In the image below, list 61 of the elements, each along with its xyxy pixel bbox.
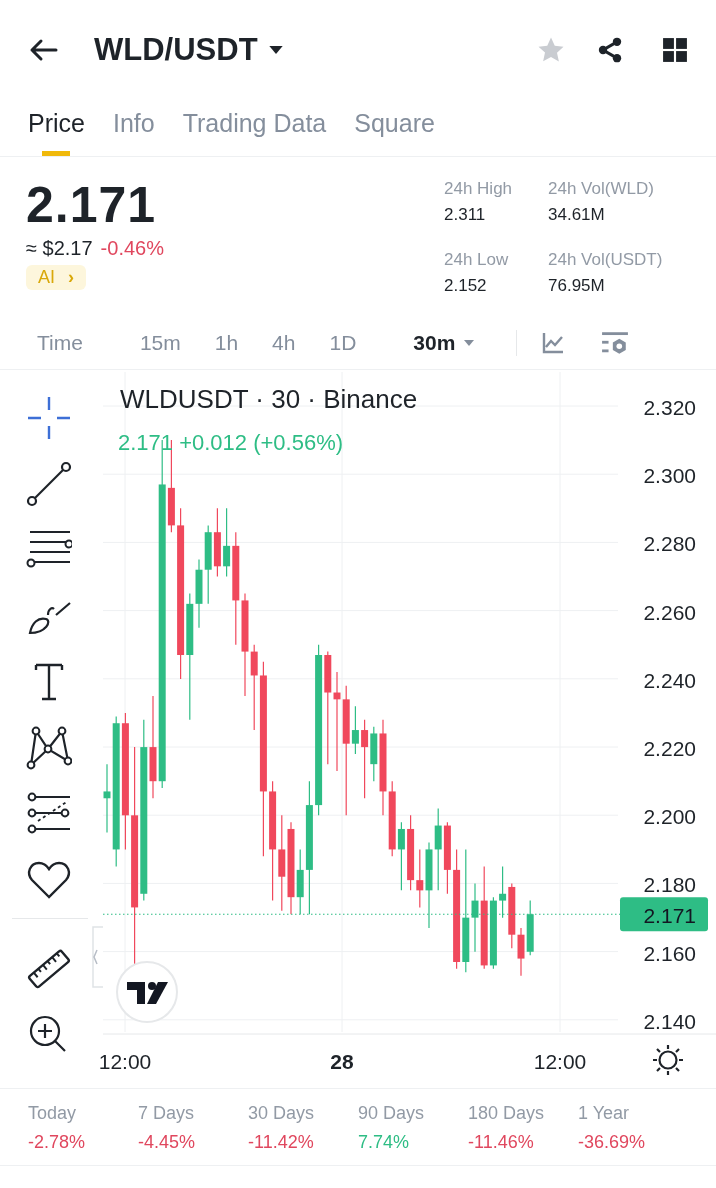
price-axis-label: 2.160 [643, 941, 696, 965]
price-axis-label: 2.240 [643, 668, 696, 692]
stat-value: 2.311 [444, 205, 487, 225]
stat-value: 76.95M [548, 276, 606, 296]
back-arrow-icon[interactable] [28, 38, 58, 62]
price-axis-label: 2.320 [643, 396, 696, 419]
time-axis-label: 12:00 [533, 1050, 587, 1073]
tab[interactable]: Square [354, 100, 435, 156]
interval-tab[interactable]: 1D [312, 331, 374, 355]
period-change: -36.69% [578, 1132, 647, 1153]
period-label: 7 Days [138, 1103, 196, 1124]
period-change: -11.42% [248, 1132, 315, 1153]
price-axis-label: 2.300 [643, 464, 696, 488]
stat-label: 24h High [444, 179, 514, 199]
price-axis-label: 2.140 [643, 1009, 696, 1033]
price-axis-label: 2.260 [643, 600, 696, 624]
fiat-price: ≈ $2.17 [26, 237, 93, 260]
ai-badge[interactable]: AI › [26, 265, 86, 290]
current-price-tag: 2.171 [620, 897, 708, 932]
pattern-icon[interactable] [26, 724, 74, 772]
time-axis-label: 28 [330, 1050, 354, 1073]
interval-tab[interactable]: 30m [373, 331, 493, 355]
price-axis-label: 2.220 [643, 737, 696, 760]
indicator-icon[interactable] [541, 331, 566, 355]
price-axis-label: 2.200 [643, 805, 696, 829]
tab[interactable]: Price [28, 100, 85, 156]
interval-tab[interactable]: 4h [255, 331, 313, 355]
period-label: 180 Days [468, 1103, 546, 1124]
price-change: -0.46% [100, 237, 164, 260]
period-label: 30 Days [248, 1103, 316, 1124]
share-icon[interactable] [596, 36, 624, 64]
stat-value: 2.152 [444, 276, 488, 296]
interval-tab[interactable]: Time [20, 331, 100, 355]
brightness-icon[interactable] [651, 1043, 685, 1077]
logo-icon[interactable] [116, 961, 178, 1023]
interval-tab[interactable]: 1h [197, 331, 256, 355]
caret-icon[interactable] [267, 45, 284, 55]
stat-label: 24h Low [444, 250, 510, 270]
period-change: -4.45% [138, 1132, 197, 1153]
period-label: 1 Year [578, 1103, 631, 1124]
stat-label: 24h Vol(USDT) [548, 250, 664, 270]
period-change: -2.78% [28, 1132, 87, 1153]
grid-icon[interactable] [662, 37, 688, 63]
tab[interactable]: Trading Data [182, 100, 327, 156]
stat-value: 34.61M [548, 205, 606, 225]
chart-settings-icon[interactable] [601, 330, 630, 356]
tab[interactable]: Info [112, 100, 155, 156]
trend-line-icon[interactable] [26, 460, 74, 508]
chart-title: WLDUSDT · 30 · Binance [120, 384, 418, 414]
stat-label: 24h Vol(WLD) [548, 179, 655, 199]
interval-tab[interactable]: 15m [99, 331, 198, 355]
pair-selector[interactable]: WLD/USDT [94, 32, 284, 68]
period-label: Today [28, 1103, 78, 1124]
time-axis-label: 12:00 [98, 1050, 152, 1073]
period-change: -11.46% [468, 1132, 535, 1153]
price-axis-label: 2.180 [643, 873, 696, 897]
last-price: 2.171 [26, 176, 158, 235]
period-change: 7.74% [358, 1132, 411, 1153]
chart-change: 2.171 +0.012 (+0.56%) [118, 430, 344, 455]
period-label: 90 Days [358, 1103, 426, 1124]
price-axis-label: 2.280 [643, 532, 696, 556]
